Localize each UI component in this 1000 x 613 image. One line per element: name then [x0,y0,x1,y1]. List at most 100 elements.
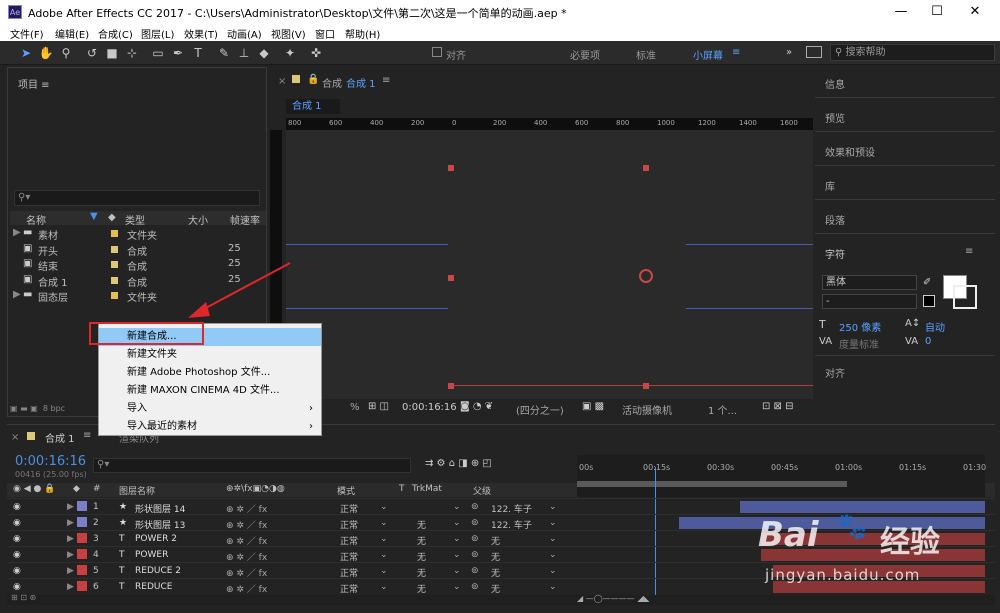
project-search-input[interactable]: ⚲▾ [14,190,260,206]
pickwhip-icon[interactable]: ⊚ [471,534,479,544]
parent-dropdown-icon[interactable]: ⌄ [549,534,557,544]
label-swatch[interactable] [77,565,87,575]
comp-breadcrumb[interactable]: 合成 1 [286,99,340,114]
timeline-timecode[interactable]: 0:00:16:16 [15,454,86,469]
label-swatch[interactable] [77,549,87,559]
menu-effect[interactable]: 效果(T) [184,26,218,41]
col-name[interactable]: 名称 [26,212,46,227]
trkmat-dropdown-icon[interactable]: ⌄ [453,550,461,560]
label-swatch[interactable] [111,261,118,268]
menu-view[interactable]: 视图(V) [271,26,306,41]
layer-mode[interactable]: 正常 [340,582,358,595]
trkmat-dropdown-icon[interactable]: ⌄ [453,518,461,528]
label-swatch[interactable] [77,517,87,527]
project-item[interactable]: ▣ 开头 合成 25 [10,242,266,258]
pickwhip-icon[interactable]: ⊚ [471,550,479,560]
bbox-handle[interactable] [448,165,454,171]
context-menu-item[interactable]: 新建 Adobe Photoshop 文件... [99,364,321,382]
font-size-value[interactable]: 250 像素 [839,319,881,334]
bit-depth-label[interactable]: 8 bpc [43,404,65,413]
timeline-menu-icon[interactable]: ≡ [83,430,91,441]
menu-edit[interactable]: 编辑(E) [55,26,89,41]
label-swatch[interactable] [111,276,118,284]
pickwhip-icon[interactable]: ⊚ [471,566,479,576]
expand-icon[interactable]: ▶ [67,582,74,592]
col-mode[interactable]: 模式 [337,484,355,497]
visibility-icon[interactable]: ◉ [13,582,21,592]
paragraph-panel-tab[interactable]: 段落 [825,212,845,227]
zoom-select[interactable]: % [350,402,360,413]
snapshot-icon[interactable]: ◙ ◔ ❦ [460,401,493,412]
trkmat-dropdown-icon[interactable]: ⌄ [453,582,461,592]
timeline-tab-label[interactable]: 合成 1 [45,430,75,445]
col-layer-name[interactable]: 图层名称 [119,484,155,497]
bbox-handle[interactable] [448,383,454,389]
context-menu-item[interactable]: 新建 MAXON CINEMA 4D 文件... [99,382,321,400]
puppet-pin-tool-icon[interactable]: ✜ [308,45,324,61]
trkmat-dropdown-icon[interactable]: ⌄ [453,566,461,576]
layer-name[interactable]: POWER 2 [135,534,177,544]
visibility-icon[interactable]: ◉ [13,566,21,576]
parent-dropdown-icon[interactable]: ⌄ [549,550,557,560]
col-trkmat[interactable]: TrkMat [412,484,442,494]
work-area-bar[interactable] [577,481,847,487]
parent-dropdown-icon[interactable]: ⌄ [549,518,557,528]
footer-icons[interactable]: ⊞ ⊡ ⊛ [11,593,36,602]
workspace-standard[interactable]: 标准 [636,47,656,62]
clone-stamp-tool-icon[interactable]: ⊥ [236,45,252,61]
type-tool-icon[interactable]: T [190,45,206,61]
grid-icon[interactable]: ⊞ ◫ [368,401,389,412]
zoom-slider[interactable]: ◢ —◯———— ◢◣ [577,594,650,603]
resolution-select[interactable]: (四分之一) [516,402,564,417]
parent-dropdown-icon[interactable]: ⌄ [549,582,557,592]
label-swatch[interactable] [111,230,118,237]
preview-panel-tab[interactable]: 预览 [825,110,845,125]
expand-icon[interactable]: ▶ [67,534,74,544]
parent-dropdown-icon[interactable]: ⌄ [549,566,557,576]
rectangle-tool-icon[interactable]: ▭ [150,45,166,61]
pan-behind-tool-icon[interactable]: ⊹ [124,45,140,61]
camera-select[interactable]: 活动摄像机 [622,402,672,417]
font-style-select[interactable]: - [822,294,917,309]
menu-window[interactable]: 窗口 [315,26,335,41]
expand-icon[interactable]: ▶ [67,518,74,528]
stroke-color-swatch[interactable] [953,285,977,309]
time-ruler[interactable]: 00s 00:15s 00:30s 00:45s 01:00s 01:15s 01:30 [577,455,986,497]
layer-trkmat[interactable]: 无 [417,582,426,595]
search-help-input[interactable]: ⚲ 搜索帮助 [830,44,995,61]
workspace-small-screen[interactable]: 小屏幕 [693,47,723,62]
trkmat-dropdown-icon[interactable]: ⌄ [453,502,461,512]
context-menu-item[interactable]: 导入最近的素材 › [99,418,321,436]
view-options-icon[interactable]: ⊡ ⊠ ⊟ [762,401,794,412]
visibility-icon[interactable]: ◉ [13,518,21,528]
close-button[interactable]: ✕ [960,2,990,22]
layer-name[interactable]: REDUCE 2 [135,566,181,576]
label-icon[interactable]: ◆ [108,212,116,223]
expand-icon[interactable]: ▶ [13,227,21,238]
menu-file[interactable]: 文件(F) [10,26,44,41]
comp-viewer[interactable] [286,130,813,401]
selection-tool-icon[interactable]: ➤ [18,45,34,61]
mode-dropdown-icon[interactable]: ⌄ [380,566,388,576]
effects-presets-panel-tab[interactable]: 效果和预设 [825,144,875,159]
trkmat-dropdown-icon[interactable]: ⌄ [453,534,461,544]
zoom-tool-icon[interactable]: ⚲ [58,45,74,61]
mode-dropdown-icon[interactable]: ⌄ [380,502,388,512]
roi-icon[interactable]: ▣ ▩ [582,401,604,412]
menu-composition[interactable]: 合成(C) [98,26,133,41]
label-swatch[interactable] [77,581,87,591]
roto-brush-tool-icon[interactable]: ✦ [282,45,298,61]
visibility-icon[interactable]: ◉ [13,502,21,512]
project-item[interactable]: ▶ ▬ 素材 文件夹 [10,226,266,242]
eyedropper-icon[interactable]: ✐ [923,277,931,288]
col-size[interactable]: 大小 [188,212,208,227]
mode-dropdown-icon[interactable]: ⌄ [380,534,388,544]
pen-tool-icon[interactable]: ✒ [170,45,186,61]
minimize-button[interactable]: — [886,2,916,22]
context-menu-item[interactable]: 导入 › [99,400,321,418]
expand-icon[interactable]: ▶ [13,289,21,300]
visibility-icon[interactable]: ◉ [13,534,21,544]
comp-menu-icon[interactable]: ≡ [382,75,390,86]
layer-switches[interactable]: ⊕ ✲ ／ fx [226,582,267,595]
align-panel-tab[interactable]: 对齐 [825,365,845,380]
